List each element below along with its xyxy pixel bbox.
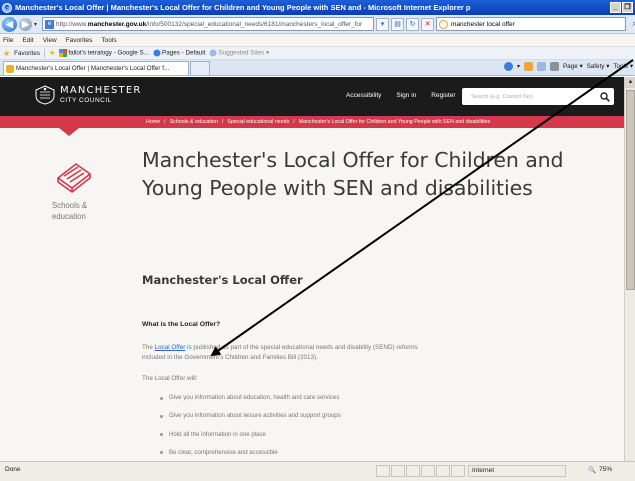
refresh-button[interactable]: ↻ [406, 17, 419, 31]
live-search-icon [439, 19, 448, 29]
history-dropdown-icon[interactable]: ▾ [34, 21, 40, 28]
sign-in-link[interactable]: Sign in [396, 92, 416, 99]
list-item: Give you information about education, he… [160, 394, 341, 412]
search-icon[interactable]: ⌕ [628, 17, 635, 31]
menu-view[interactable]: View [43, 37, 57, 44]
page-menu[interactable]: Page ▾ [563, 63, 583, 70]
tools-menu[interactable]: Tools ▾ [613, 63, 633, 70]
print-icon[interactable] [549, 62, 559, 71]
maximize-button[interactable]: ❐ [622, 2, 633, 13]
site-search-placeholder: Search (e.g. Council Tax) [471, 93, 533, 100]
ie-search-input[interactable]: manchester local offer [436, 17, 626, 31]
vertical-scrollbar[interactable]: ▲ [624, 77, 635, 461]
new-tab-button[interactable] [190, 61, 210, 75]
command-bar: ▾ Page ▾ Safety ▾ Tools ▾ [503, 62, 633, 71]
menu-edit[interactable]: Edit [22, 37, 33, 44]
read-mail-icon[interactable] [536, 62, 546, 71]
magnifier-icon[interactable] [600, 91, 610, 102]
register-link[interactable]: Register [431, 92, 455, 99]
google-icon [59, 49, 68, 57]
header-links: Accessibility Sign in Register [346, 92, 456, 99]
url-field[interactable]: e http://www.manchester.gov.uk/info/5001… [42, 17, 374, 31]
feeds-icon[interactable] [523, 62, 533, 71]
stop-button[interactable]: ✕ [421, 17, 434, 31]
schools-education-icon [57, 163, 91, 193]
intro-paragraph: The Local Offer is published as part of … [142, 344, 418, 361]
zoom-level: 75% [599, 466, 613, 473]
tab-manchester-local-offer[interactable]: Manchester's Local Offer | Manchester's … [3, 61, 189, 75]
safety-menu[interactable]: Safety ▾ [587, 63, 610, 70]
menu-favorites[interactable]: Favorites [66, 37, 93, 44]
favorite-item-google[interactable]: fallot's tetralogy - Google S... [59, 49, 149, 57]
bullet-icon [160, 433, 163, 437]
page-viewport: MANCHESTER CITY COUNCIL Accessibility Si… [0, 77, 624, 461]
status-bar: Done Internet 🔍 75% [0, 461, 635, 481]
menu-file[interactable]: File [3, 37, 13, 44]
breadcrumb-home[interactable]: Home [146, 119, 160, 125]
list-item: Hold all the information in one place [160, 431, 341, 449]
accessibility-link[interactable]: Accessibility [346, 92, 381, 99]
menu-tools[interactable]: Tools [101, 37, 116, 44]
compatibility-view-icon[interactable]: ▤ [391, 17, 404, 31]
scroll-thumb[interactable] [626, 90, 635, 290]
minimize-button[interactable]: _ [610, 2, 621, 13]
suggested-sites-icon [209, 49, 217, 57]
page-icon: e [45, 19, 54, 29]
url-dropdown-button[interactable]: ▾ [376, 17, 389, 31]
site-header: MANCHESTER CITY COUNCIL Accessibility Si… [0, 77, 624, 116]
ie-logo-icon: e [2, 2, 12, 13]
bullet-icon [160, 451, 163, 455]
bullet-icon [160, 396, 163, 400]
page-title: Manchester's Local Offer for Children an… [142, 148, 564, 200]
window-controls: _ ❐ [610, 2, 633, 13]
sub-title: Manchester's Local Offer [142, 273, 303, 287]
logo-line-1: MANCHESTER [60, 84, 142, 96]
home-dropdown-icon[interactable]: ▾ [517, 63, 520, 70]
zoom-icon: 🔍 [588, 467, 597, 474]
forward-button[interactable]: ▶ [19, 17, 32, 31]
home-icon[interactable] [503, 62, 513, 71]
security-zone[interactable]: Internet [468, 465, 566, 477]
breadcrumb-separator: / [164, 119, 166, 125]
add-favorite-icon[interactable]: ★ [49, 49, 55, 57]
section-pointer [59, 128, 79, 136]
ie-page-icon [153, 49, 161, 57]
site-search-input[interactable]: Search (e.g. Council Tax) [462, 88, 614, 105]
address-toolbar: ◀ ▶ ▾ e http://www.manchester.gov.uk/inf… [0, 15, 635, 34]
breadcrumb-current: Manchester's Local Offer for Children an… [298, 119, 491, 125]
breadcrumb-schools[interactable]: Schools & education [170, 119, 218, 125]
logo-line-2: CITY COUNCIL [60, 96, 112, 104]
status-cells [376, 465, 465, 477]
favorites-button[interactable]: Favorites [14, 50, 40, 57]
url-text: http://www.manchester.gov.uk/info/500132… [56, 20, 363, 28]
scroll-up-icon[interactable]: ▲ [625, 77, 635, 88]
favorite-item-pages[interactable]: Pages - Default [153, 49, 205, 57]
window-titlebar: e Manchester's Local Offer | Manchester'… [0, 0, 635, 15]
bullet-icon [160, 414, 163, 418]
council-crest-icon [35, 85, 55, 105]
favorites-divider [44, 48, 46, 58]
menu-bar: File Edit View Favorites Tools [0, 34, 635, 47]
breadcrumb-sen[interactable]: Special educational needs [227, 119, 289, 125]
will-heading: The Local Offer will: [142, 375, 198, 382]
section-label[interactable]: Schools & education [52, 200, 102, 222]
local-offer-link[interactable]: Local Offer [155, 344, 186, 351]
list-item: Give you information about leisure activ… [160, 412, 341, 430]
status-text: Done [5, 466, 21, 473]
back-button[interactable]: ◀ [2, 16, 17, 32]
favorite-item-suggested[interactable]: Suggested Sites ▾ [209, 49, 269, 57]
favorites-bar: ★ Favorites ★ fallot's tetralogy - Googl… [0, 47, 635, 60]
council-logo[interactable]: MANCHESTER CITY COUNCIL [33, 85, 142, 105]
favorites-star-icon: ★ [3, 48, 11, 58]
list-item: Be clear, comprehensive and accessible [160, 449, 341, 461]
offer-list: Give you information about education, he… [160, 394, 341, 461]
zoom-control[interactable]: 🔍 75% [588, 466, 612, 474]
window-title: Manchester's Local Offer | Manchester's … [15, 3, 471, 12]
breadcrumb: Home / Schools & education / Special edu… [0, 116, 624, 128]
site-favicon-icon [6, 64, 14, 73]
question-heading: What is the Local Offer? [142, 321, 221, 328]
breadcrumb-separator: / [221, 119, 224, 125]
breadcrumb-separator: / [293, 119, 295, 125]
